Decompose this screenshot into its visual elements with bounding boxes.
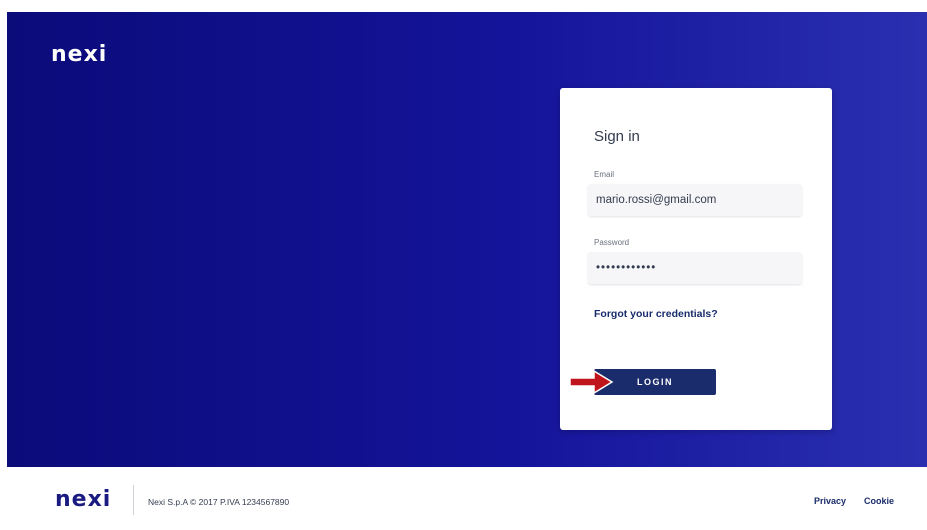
sign-in-title: Sign in <box>594 128 640 145</box>
footer-nexi-logo: nexi <box>55 487 112 512</box>
red-arrow-icon <box>570 370 614 394</box>
cookie-link[interactable]: Cookie <box>864 496 894 506</box>
email-label: Email <box>594 170 615 179</box>
nexi-logo: nexi <box>51 42 108 67</box>
footer-copyright: Nexi S.p.A © 2017 P.IVA 1234567890 <box>148 497 290 507</box>
privacy-link[interactable]: Privacy <box>814 496 846 506</box>
password-field[interactable] <box>588 252 802 284</box>
footer-divider <box>133 485 134 515</box>
password-label: Password <box>594 238 630 247</box>
forgot-credentials-link[interactable]: Forgot your credentials? <box>594 308 718 320</box>
email-field[interactable] <box>588 184 802 216</box>
